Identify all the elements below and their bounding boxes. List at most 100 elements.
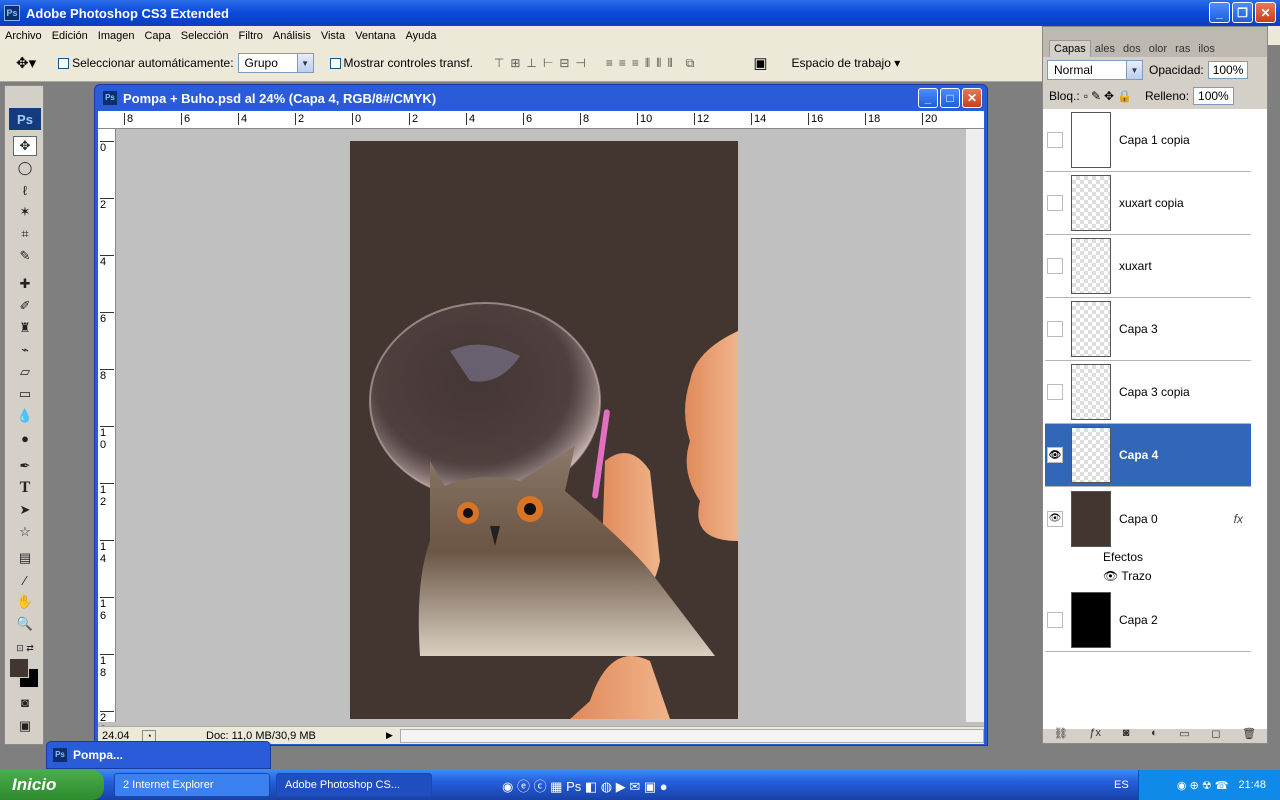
menu-archivo[interactable]: Archivo	[0, 30, 47, 42]
tab-muestras[interactable]: ras	[1171, 41, 1194, 57]
doc-close-button[interactable]: ✕	[962, 88, 982, 108]
layer-row[interactable]: Capa 2	[1045, 589, 1251, 652]
fx-menu-icon[interactable]: ƒx	[1089, 727, 1101, 743]
opacity-input[interactable]: 100%	[1207, 61, 1249, 79]
eraser-tool-icon[interactable]: ▱	[13, 362, 37, 382]
new-layer-icon[interactable]: ◻	[1211, 727, 1220, 743]
trash-icon[interactable]: 🗑	[1242, 727, 1256, 743]
menu-filtro[interactable]: Filtro	[233, 30, 267, 42]
mask-icon[interactable]: ◙	[1123, 727, 1130, 743]
blend-mode-dropdown[interactable]: Normal ▼	[1047, 60, 1143, 80]
fx-icon[interactable]: fx	[1234, 512, 1243, 526]
doc-maximize-button[interactable]: □	[940, 88, 960, 108]
lasso-tool-icon[interactable]: ℓ	[13, 180, 37, 200]
distribute-icons[interactable]: ≡ ≡ ≡ ⦀ ⦀ ⦀	[603, 56, 676, 71]
eye-icon[interactable]: 👁	[1103, 569, 1121, 583]
visibility-toggle[interactable]	[1047, 258, 1063, 274]
vertical-ruler[interactable]: 02468101214161820	[98, 129, 116, 736]
layer-row[interactable]: 👁 Capa 0 fx	[1045, 487, 1251, 550]
vertical-scrollbar[interactable]	[966, 129, 984, 722]
visibility-toggle[interactable]	[1047, 612, 1063, 628]
status-arrow-icon[interactable]: ▶	[386, 730, 396, 741]
visibility-toggle[interactable]	[1047, 132, 1063, 148]
brush-tool-icon[interactable]: ✐	[13, 296, 37, 316]
tab-color[interactable]: olor	[1145, 41, 1171, 57]
menu-capa[interactable]: Capa	[139, 30, 175, 42]
history-brush-icon[interactable]: ⌁	[13, 340, 37, 360]
adjustment-icon[interactable]: ◐	[1151, 727, 1158, 743]
menu-ayuda[interactable]: Ayuda	[400, 30, 441, 42]
tab-canales[interactable]: ales	[1091, 41, 1119, 57]
doc-minimize-button[interactable]: _	[918, 88, 938, 108]
screen-mode-icon[interactable]: ▣	[13, 716, 37, 736]
foreground-color-swatch[interactable]	[9, 658, 29, 678]
menu-seleccion[interactable]: Selección	[176, 30, 234, 42]
horizontal-scrollbar[interactable]	[400, 728, 984, 743]
horizontal-ruler[interactable]: 8 6 4 2 0 2 4 6 8 10 12 14 16 18 20	[98, 111, 984, 129]
clone-stamp-icon[interactable]: ♜	[13, 318, 37, 338]
layer-row-selected[interactable]: 👁 Capa 4	[1045, 424, 1251, 487]
lock-icons[interactable]: ▫✎✥🔒	[1084, 89, 1135, 103]
taskbar-item-ie[interactable]: 2 Internet Explorer	[114, 773, 270, 797]
gradient-tool-icon[interactable]: ▭	[13, 384, 37, 404]
start-button[interactable]: Inicio	[0, 770, 104, 800]
slice-tool-icon[interactable]: ✎	[13, 246, 37, 266]
tray-icons[interactable]: ◉ ⊕ ☢ ☎	[1177, 779, 1229, 792]
notes-tool-icon[interactable]: ▤	[13, 548, 37, 568]
show-transform-checkbox[interactable]: Mostrar controles transf.	[329, 56, 473, 70]
taskbar-item-photoshop[interactable]: Adobe Photoshop CS...	[276, 773, 432, 797]
link-icon[interactable]: ⛓	[1054, 727, 1068, 743]
menu-imagen[interactable]: Imagen	[93, 30, 140, 42]
type-tool-icon[interactable]: T	[13, 478, 37, 498]
magic-wand-icon[interactable]: ✶	[13, 202, 37, 222]
zoom-tool-icon[interactable]: 🔍	[13, 614, 37, 634]
menu-vista[interactable]: Vista	[316, 30, 350, 42]
tab-trazados[interactable]: dos	[1119, 41, 1145, 57]
blur-tool-icon[interactable]: 💧	[13, 406, 37, 426]
eye-icon[interactable]: 👁	[1047, 510, 1063, 527]
layer-row[interactable]: Capa 3 copia	[1045, 361, 1251, 424]
default-colors-icon[interactable]: ⊡ ⇄	[13, 638, 37, 658]
marquee-tool-icon[interactable]: ◯	[13, 158, 37, 178]
canvas-image[interactable]	[350, 141, 738, 719]
quicklaunch-icons[interactable]: ◉ ⓔ ⓒ ▦ Ps ◧ ◍ ▶ ✉ ▣ ●	[502, 776, 668, 795]
group-icon[interactable]: ▭	[1179, 727, 1189, 743]
minimize-button[interactable]: _	[1209, 2, 1230, 23]
status-menu-icon[interactable]: ◔	[142, 729, 156, 742]
layer-row[interactable]: Capa 3	[1045, 298, 1251, 361]
path-selection-icon[interactable]: ➤	[13, 500, 37, 520]
auto-select-dropdown[interactable]: Grupo ▼	[237, 53, 314, 73]
eye-icon[interactable]: 👁	[1047, 447, 1063, 463]
hand-tool-icon[interactable]: ✋	[13, 592, 37, 612]
visibility-toggle[interactable]	[1047, 195, 1063, 211]
close-button[interactable]: ✕	[1255, 2, 1276, 23]
auto-align-icon[interactable]: ⧉	[686, 56, 695, 71]
menu-ventana[interactable]: Ventana	[350, 30, 400, 42]
shape-tool-icon[interactable]: ☆	[13, 522, 37, 542]
menu-edicion[interactable]: Edición	[47, 30, 93, 42]
bridge-icon[interactable]: ▣	[753, 54, 767, 72]
eyedropper-icon[interactable]: ⁄	[13, 570, 37, 590]
quick-mask-icon[interactable]: ◙	[13, 692, 37, 712]
align-icons[interactable]: ⊤ ⊞ ⊥ ⊢ ⊟ ⊣	[491, 56, 589, 70]
pen-tool-icon[interactable]: ✒	[13, 456, 37, 476]
maximize-button[interactable]: ❐	[1232, 2, 1253, 23]
crop-tool-icon[interactable]: ⌗	[13, 224, 37, 244]
layer-row[interactable]: xuxart	[1045, 235, 1251, 298]
move-tool-preset-icon[interactable]: ✥▾	[16, 54, 36, 72]
tab-estilos[interactable]: ilos	[1194, 41, 1219, 57]
stroke-effect[interactable]: 👁 Trazo	[1103, 569, 1152, 583]
minimized-document[interactable]: Ps Pompa...	[46, 741, 271, 769]
move-tool-icon[interactable]: ✥	[13, 136, 37, 156]
visibility-toggle[interactable]	[1047, 321, 1063, 337]
workspace-button[interactable]: Espacio de trabajo ▾	[792, 56, 901, 70]
auto-select-checkbox[interactable]: Seleccionar automáticamente:	[58, 56, 234, 70]
dodge-tool-icon[interactable]: ●	[13, 428, 37, 448]
layer-row[interactable]: xuxart copia	[1045, 172, 1251, 235]
fill-input[interactable]: 100%	[1193, 87, 1234, 105]
layer-row[interactable]: Capa 1 copia	[1045, 109, 1251, 172]
visibility-toggle[interactable]	[1047, 384, 1063, 400]
tab-capas[interactable]: Capas	[1049, 40, 1091, 57]
menu-analisis[interactable]: Análisis	[268, 30, 316, 42]
zoom-level[interactable]: 24.04	[98, 730, 142, 742]
